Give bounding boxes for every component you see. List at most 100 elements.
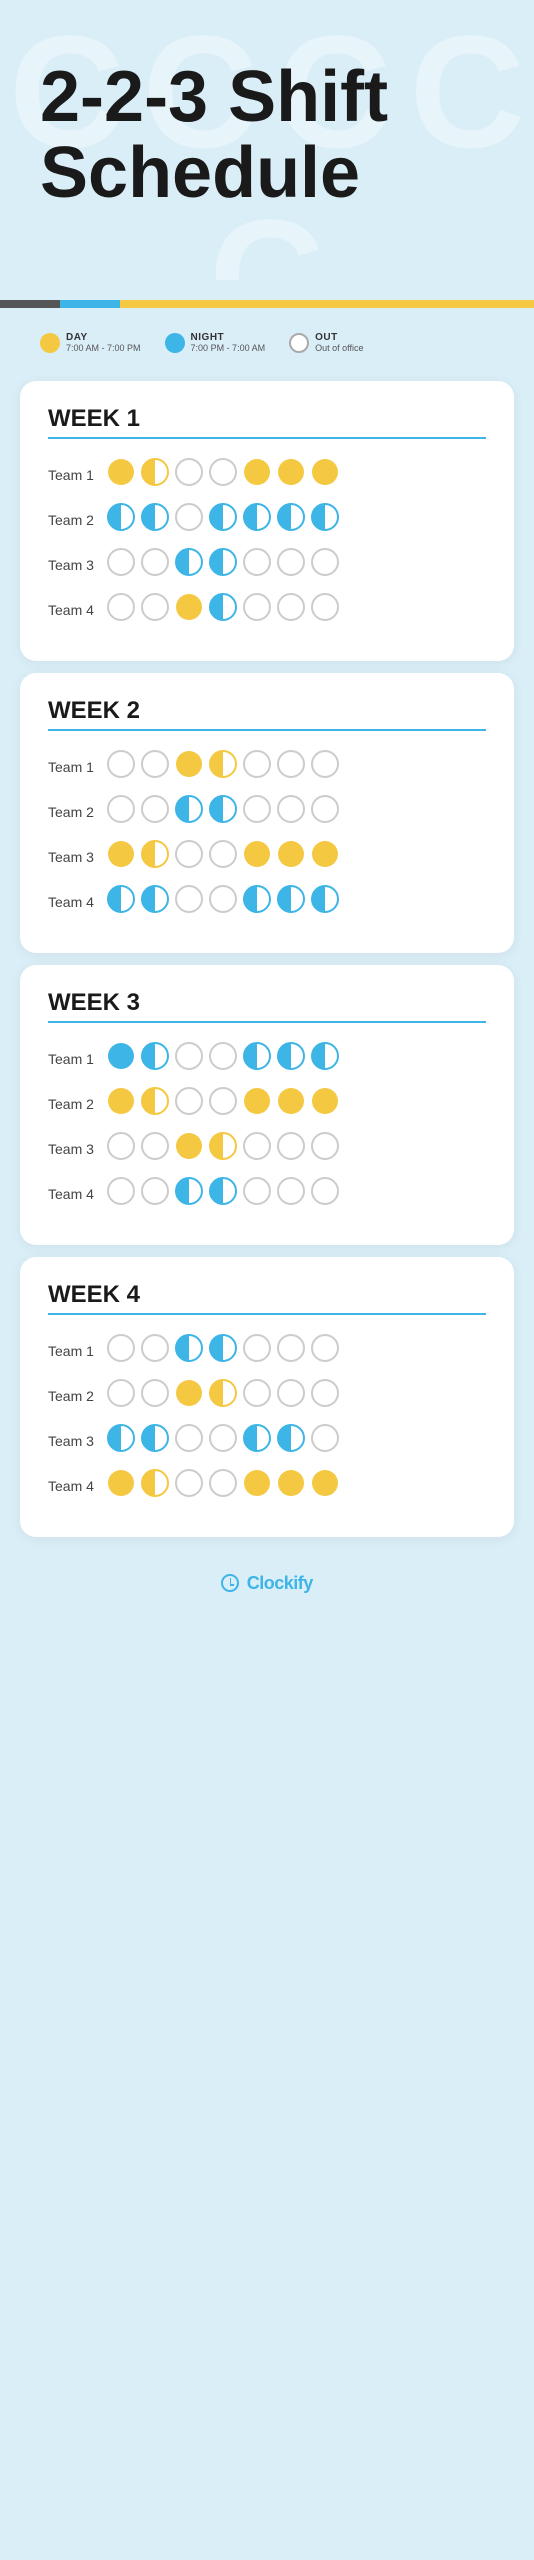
shift-circle [242,457,272,492]
shift-circle [140,592,170,627]
shift-circle [242,749,272,784]
team-row: Team 1 [48,457,486,492]
shift-circle [174,1468,204,1503]
shift-circle [140,749,170,784]
shift-circle [208,457,238,492]
shift-circle [276,1086,306,1121]
shift-circle [140,547,170,582]
legend-out-label: OUT Out of office [315,332,363,353]
divider-bar [0,300,534,308]
team-label: Team 1 [48,759,106,775]
day-icon [40,333,60,353]
team-label: Team 2 [48,1096,106,1112]
shift-circle [276,1333,306,1368]
week-title: WEEK 3 [48,989,486,1017]
shift-circle [242,1176,272,1211]
shift-circle [208,884,238,919]
team-label: Team 1 [48,1343,106,1359]
shift-circle [242,1086,272,1121]
team-row: Team 2 [48,502,486,537]
shift-circle [208,749,238,784]
shift-circle [208,839,238,874]
week-divider [48,437,486,439]
team-row: Team 4 [48,1468,486,1503]
shift-circle [106,1086,136,1121]
shift-circles [106,1333,340,1368]
shift-circle [106,592,136,627]
shift-circle [310,1423,340,1458]
night-icon [165,333,185,353]
shift-circle [174,1423,204,1458]
shift-circle [208,1333,238,1368]
shift-circle [310,1131,340,1166]
shift-circles [106,547,340,582]
legend-day-label: DAY 7:00 AM - 7:00 PM [66,332,141,353]
shift-circle [140,1423,170,1458]
weeks-container: WEEK 1 Team 1 Team 2 [0,381,534,1537]
shift-circle [106,749,136,784]
shift-circle [140,457,170,492]
shift-circle [174,1176,204,1211]
team-label: Team 4 [48,894,106,910]
shift-circle [242,1041,272,1076]
shift-circles [106,1176,340,1211]
team-row: Team 3 [48,547,486,582]
team-row: Team 4 [48,1176,486,1211]
legend: DAY 7:00 AM - 7:00 PM NIGHT 7:00 PM - 7:… [0,308,534,369]
shift-circle [310,749,340,784]
team-label: Team 4 [48,1478,106,1494]
shift-circle [174,884,204,919]
header-section: CCCCC 2-2-3 Shift Schedule [0,0,534,280]
team-label: Team 3 [48,1433,106,1449]
shift-circle [174,457,204,492]
shift-circle [106,457,136,492]
team-row: Team 4 [48,884,486,919]
shift-circle [174,1086,204,1121]
team-label: Team 2 [48,512,106,528]
team-row: Team 3 [48,839,486,874]
shift-circle [106,1333,136,1368]
shift-circle [276,1041,306,1076]
week-card-4: WEEK 4 Team 1 Team 2 Team 3 [20,1257,514,1537]
team-row: Team 3 [48,1131,486,1166]
team-label: Team 2 [48,1388,106,1404]
shift-circle [276,884,306,919]
shift-circle [140,884,170,919]
shift-circle [242,592,272,627]
shift-circle [276,592,306,627]
shift-circle [310,839,340,874]
shift-circle [310,1086,340,1121]
shift-circle [140,794,170,829]
team-row: Team 2 [48,1378,486,1413]
shift-circle [310,1333,340,1368]
shift-circle [242,1468,272,1503]
shift-circle [174,1378,204,1413]
team-row: Team 1 [48,1333,486,1368]
shift-circle [174,1131,204,1166]
shift-circles [106,1423,340,1458]
legend-day: DAY 7:00 AM - 7:00 PM [40,332,141,353]
week-divider [48,1021,486,1023]
shift-circle [310,592,340,627]
team-label: Team 3 [48,1141,106,1157]
shift-circle [140,502,170,537]
shift-circle [106,547,136,582]
shift-circle [276,794,306,829]
shift-circle [208,794,238,829]
shift-circle [140,1041,170,1076]
shift-circle [310,1041,340,1076]
legend-night-label: NIGHT 7:00 PM - 7:00 AM [191,332,266,353]
shift-circle [310,1378,340,1413]
shift-circle [106,1468,136,1503]
shift-circle [208,1378,238,1413]
shift-circles [106,884,340,919]
team-label: Team 2 [48,804,106,820]
shift-circle [242,547,272,582]
shift-circles [106,1468,340,1503]
team-label: Team 4 [48,1186,106,1202]
shift-circle [208,1176,238,1211]
week-divider [48,729,486,731]
week-card-2: WEEK 2 Team 1 Team 2 Team 3 Team 4 [20,673,514,953]
shift-circle [242,884,272,919]
shift-circle [242,794,272,829]
